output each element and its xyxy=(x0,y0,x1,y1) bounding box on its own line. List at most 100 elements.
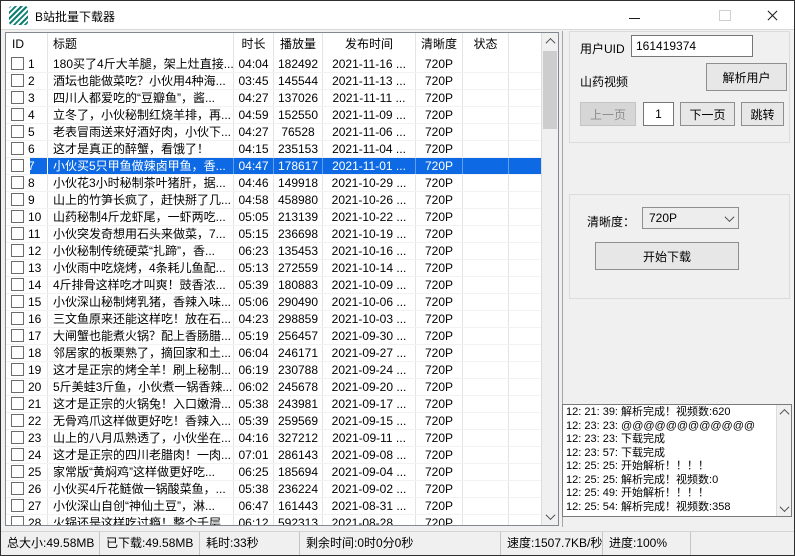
row-checkbox[interactable] xyxy=(11,380,24,393)
row-status xyxy=(463,90,509,106)
table-row[interactable]: 3四川人都爱吃的“豆瓣鱼”，酱...04:271370262021-11-11 … xyxy=(6,90,541,107)
table-row[interactable]: 23山上的八月瓜熟透了，小伙坐在...04:163272122021-09-11… xyxy=(6,430,541,447)
row-checkbox[interactable] xyxy=(11,482,24,495)
table-row[interactable]: 11小伙突发奇想用石头来做菜，7...05:152366982021-10-19… xyxy=(6,226,541,243)
table-row[interactable]: 17大闸蟹也能煮火锅？配上香肠腊...05:192564572021-09-30… xyxy=(6,328,541,345)
column-header[interactable]: 清晰度 xyxy=(416,33,463,56)
row-checkbox[interactable] xyxy=(11,193,24,206)
row-title: 这才是真正的醉蟹，看饿了！ xyxy=(48,141,234,157)
row-checkbox[interactable] xyxy=(11,363,24,376)
table-row[interactable]: 9山上的竹笋长疯了，赶快掰了几...04:584589802021-10-26 … xyxy=(6,192,541,209)
table-row[interactable]: 8小伙花3小时秘制茶叶猪肝，据...04:461499182021-10-29 … xyxy=(6,175,541,192)
row-checkbox[interactable] xyxy=(11,227,24,240)
row-plays: 243981 xyxy=(274,396,323,412)
maximize-button[interactable] xyxy=(705,1,745,29)
row-checkbox[interactable] xyxy=(11,159,24,172)
close-button[interactable] xyxy=(752,1,792,29)
row-plays: 185694 xyxy=(274,464,323,480)
row-duration: 04:46 xyxy=(234,175,274,191)
row-checkbox[interactable] xyxy=(11,295,24,308)
column-header[interactable]: 状态 xyxy=(463,33,509,56)
table-row[interactable]: 12小伙秘制传统硬菜“扎蹄”，香...06:231354532021-10-16… xyxy=(6,243,541,260)
table-row[interactable]: 18邻居家的板栗熟了，摘回家和土...06:042461712021-09-27… xyxy=(6,345,541,362)
row-checkbox[interactable] xyxy=(11,210,24,223)
jump-page-button[interactable]: 跳转 xyxy=(741,102,784,126)
prev-page-button[interactable]: 上一页 xyxy=(580,102,636,126)
log-scroll-up-icon[interactable] xyxy=(777,405,791,420)
column-header[interactable]: 标题 xyxy=(48,33,234,56)
table-row[interactable]: 28火锅还是这样吃过瘾！整个千层...06:125923132021-08-28… xyxy=(6,515,541,525)
row-status xyxy=(463,124,509,140)
row-filler xyxy=(509,481,541,497)
column-header[interactable]: 发布时间 xyxy=(323,33,416,56)
table-row[interactable]: 6这才是真正的醉蟹，看饿了！04:152351532021-11-04 ...7… xyxy=(6,141,541,158)
column-header[interactable]: 播放量 xyxy=(274,33,323,56)
row-title: 小伙买5只甲鱼做辣卤甲鱼，香... xyxy=(48,158,234,174)
table-row[interactable]: 13小伙雨中吃烧烤，4条耗儿鱼配...05:132725592021-10-14… xyxy=(6,260,541,277)
row-checkbox[interactable] xyxy=(11,465,24,478)
row-checkbox[interactable] xyxy=(11,244,24,257)
row-checkbox[interactable] xyxy=(11,516,24,525)
scrollbar-thumb[interactable] xyxy=(543,51,557,129)
row-checkbox[interactable] xyxy=(11,431,24,444)
table-row[interactable]: 24这才是正宗的四川老腊肉！一肉...07:012861432021-09-08… xyxy=(6,447,541,464)
page-number-input[interactable] xyxy=(643,102,674,126)
table-row[interactable]: 22无骨鸡爪这样做更好吃！香辣入...05:392595692021-09-15… xyxy=(6,413,541,430)
quality-dropdown[interactable]: 720P xyxy=(642,207,739,229)
row-checkbox[interactable] xyxy=(11,278,24,291)
log-scrollbar[interactable] xyxy=(776,405,791,516)
row-id: 12 xyxy=(28,243,41,259)
table-row[interactable]: 25家常版“黄焖鸡”这样做更好吃...06:251856942021-09-04… xyxy=(6,464,541,481)
table-row[interactable]: 26小伙买4斤花鲢做一锅酸菜鱼，...05:382362242021-09-02… xyxy=(6,481,541,498)
row-checkbox[interactable] xyxy=(11,329,24,342)
row-checkbox[interactable] xyxy=(11,397,24,410)
row-checkbox[interactable] xyxy=(11,125,24,138)
start-download-button[interactable]: 开始下载 xyxy=(595,242,739,270)
table-row[interactable]: 2酒坛也能做菜吃？小伙用4种海...03:451455442021-11-13 … xyxy=(6,73,541,90)
uid-input[interactable] xyxy=(631,35,753,57)
column-header[interactable]: 时长 xyxy=(234,33,274,56)
next-page-button[interactable]: 下一页 xyxy=(680,102,735,126)
row-title: 大闸蟹也能煮火锅？配上香肠腊... xyxy=(48,328,234,344)
scroll-up-icon[interactable] xyxy=(542,33,558,50)
row-date: 2021-11-11 ... xyxy=(323,90,416,106)
row-checkbox[interactable] xyxy=(11,176,24,189)
parse-user-button[interactable]: 解析用户 xyxy=(706,63,787,91)
table-row[interactable]: 15小伙深山秘制烤乳猪，香辣入味...05:062904902021-10-06… xyxy=(6,294,541,311)
table-row[interactable]: 144斤排骨这样吃才叫爽！豉香浓...05:391808832021-10-09… xyxy=(6,277,541,294)
log-scroll-down-icon[interactable] xyxy=(777,501,791,516)
row-checkbox[interactable] xyxy=(11,312,24,325)
row-checkbox[interactable] xyxy=(11,57,24,70)
row-id: 16 xyxy=(28,311,41,327)
scroll-down-icon[interactable] xyxy=(542,508,558,525)
row-filler xyxy=(509,447,541,463)
table-row[interactable]: 4立冬了，小伙秘制红烧羊排，再...04:591525502021-11-09 … xyxy=(6,107,541,124)
row-quality: 720P xyxy=(416,209,463,225)
row-checkbox[interactable] xyxy=(11,74,24,87)
row-checkbox[interactable] xyxy=(11,414,24,427)
row-checkbox[interactable] xyxy=(11,448,24,461)
table-row[interactable]: 205斤美蛙3斤鱼，小伙煮一锅香辣...06:022456782021-09-2… xyxy=(6,379,541,396)
table-row[interactable]: 16三文鱼原来还能这样吃！放在石...04:232988592021-10-03… xyxy=(6,311,541,328)
table-row[interactable]: 27小伙深山自创“神仙土豆”，淋...06:471614432021-08-31… xyxy=(6,498,541,515)
row-checkbox[interactable] xyxy=(11,499,24,512)
table-scrollbar[interactable] xyxy=(541,33,558,525)
table-row[interactable]: 1180买了4斤大羊腿，架上灶直接...04:041824922021-11-1… xyxy=(6,56,541,73)
row-title: 这才是正宗的烤全羊！刷上秘制... xyxy=(48,362,234,378)
table-row[interactable]: 5老表冒雨送来好酒好肉，小伙下...04:27765282021-11-06 .… xyxy=(6,124,541,141)
row-checkbox[interactable] xyxy=(11,346,24,359)
minimize-button[interactable] xyxy=(614,1,654,29)
table-row[interactable]: 21这才是正宗的火锅兔！入口嫩滑...05:382439812021-09-17… xyxy=(6,396,541,413)
status-segment: 速度:1507.7KB/秒 xyxy=(501,532,603,555)
row-quality: 720P xyxy=(416,226,463,242)
row-checkbox[interactable] xyxy=(11,142,24,155)
row-checkbox[interactable] xyxy=(11,108,24,121)
row-duration: 04:27 xyxy=(234,90,274,106)
table-row[interactable]: 7小伙买5只甲鱼做辣卤甲鱼，香...04:471786172021-11-01 … xyxy=(6,158,541,175)
row-checkbox[interactable] xyxy=(11,261,24,274)
table-row[interactable]: 19这才是正宗的烤全羊！刷上秘制...06:192307882021-09-24… xyxy=(6,362,541,379)
row-checkbox[interactable] xyxy=(11,91,24,104)
table-row[interactable]: 10山药秘制4斤龙虾尾，一虾两吃...05:052131392021-10-22… xyxy=(6,209,541,226)
row-filler xyxy=(509,413,541,429)
column-header[interactable]: ID xyxy=(6,33,48,56)
